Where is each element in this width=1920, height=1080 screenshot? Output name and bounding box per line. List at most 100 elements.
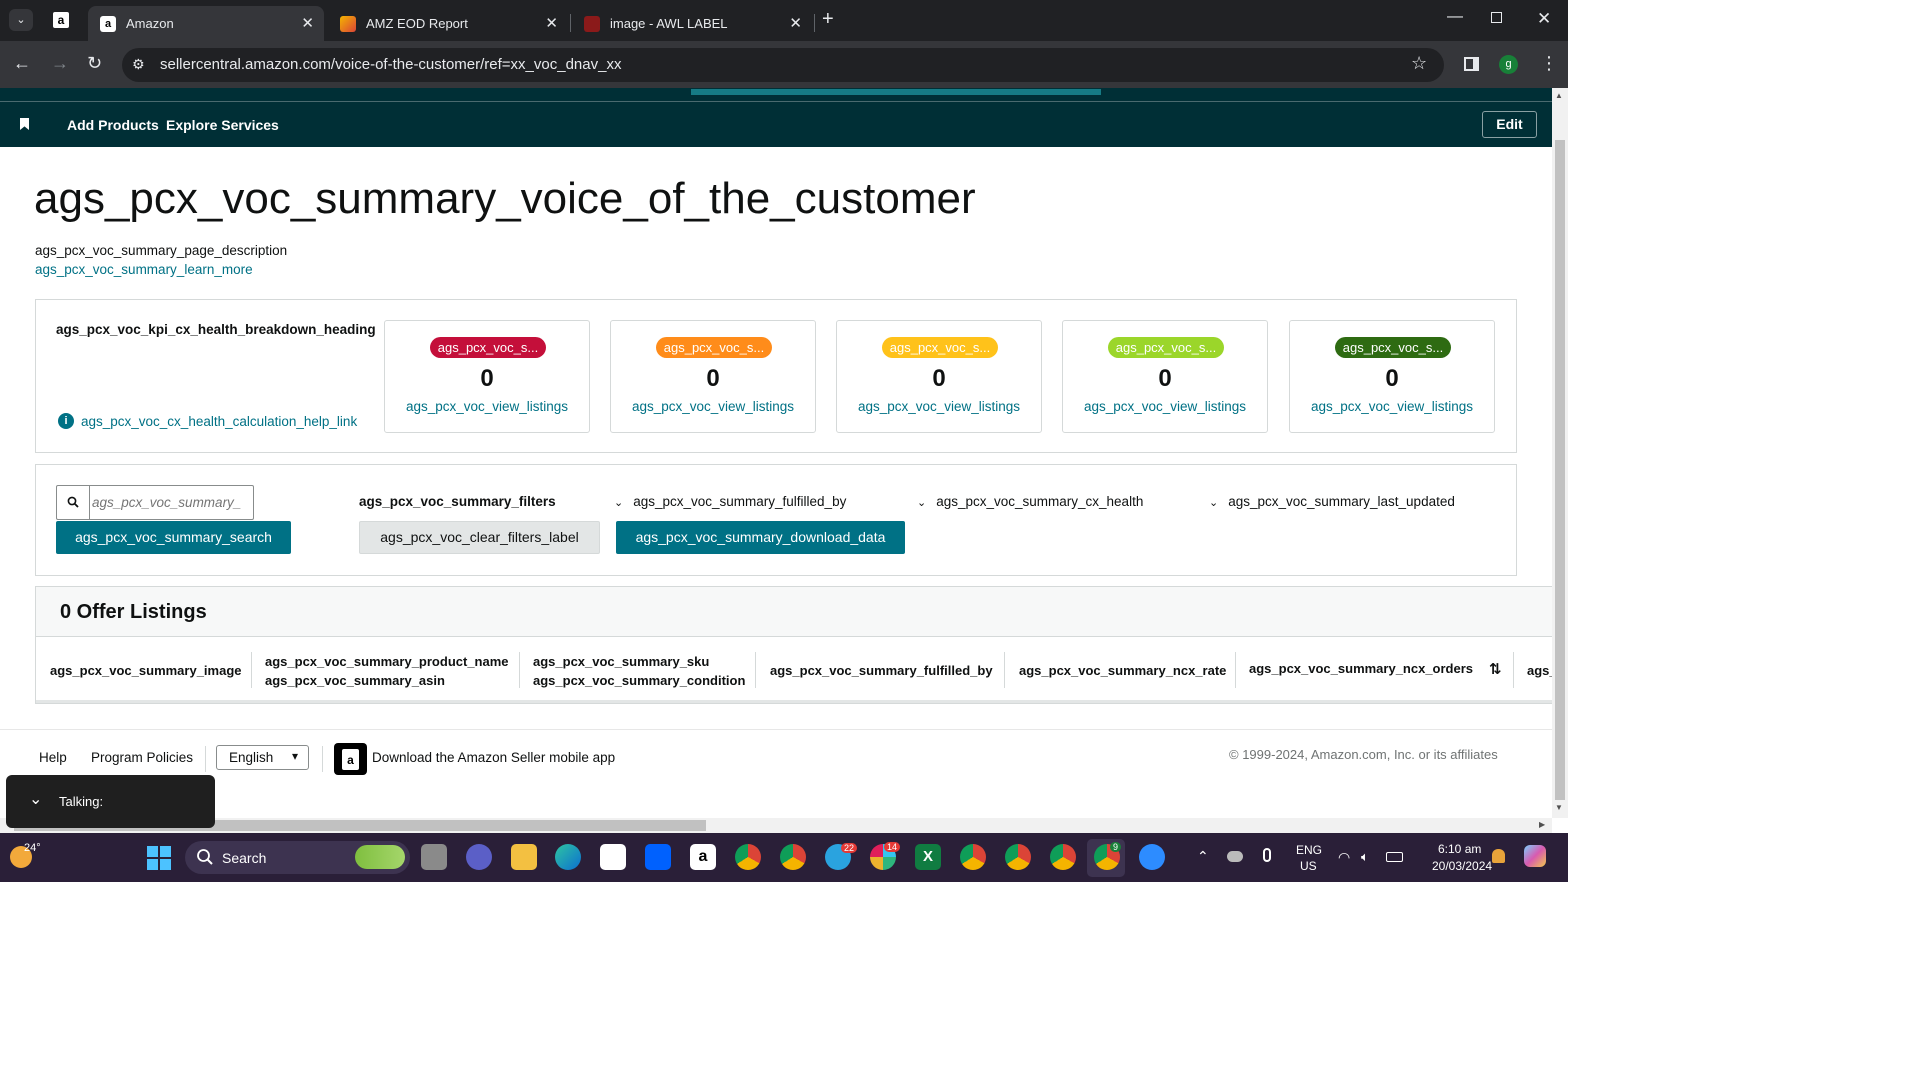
chrome-profile-w2-icon[interactable] bbox=[780, 844, 806, 870]
close-window-icon[interactable]: ✕ bbox=[1537, 9, 1551, 29]
edit-nav-button[interactable]: Edit bbox=[1482, 111, 1537, 138]
tab-awl-label[interactable]: image - AWL LABEL ✕ bbox=[572, 6, 812, 41]
health-status-pill: ags_pcx_voc_s... bbox=[430, 337, 546, 358]
amazon-pinned-tab-icon[interactable]: a bbox=[53, 12, 69, 28]
tab-amazon[interactable]: a Amazon ✕ bbox=[88, 6, 324, 41]
fulfilled-by-dropdown[interactable]: ⌄ ags_pcx_voc_summary_fulfilled_by bbox=[614, 494, 846, 509]
col-fulfilled-by[interactable]: ags_pcx_voc_summary_fulfilled_by bbox=[770, 661, 993, 680]
volume-icon[interactable]: 🔈︎ bbox=[1361, 849, 1369, 865]
amazon-seller-app-icon[interactable]: a bbox=[334, 743, 367, 775]
chevron-down-icon[interactable]: ⌄ bbox=[29, 789, 42, 809]
tab-list-dropdown-icon[interactable]: ⌄ bbox=[9, 9, 33, 31]
microsoft-store-icon[interactable] bbox=[600, 844, 626, 870]
chrome-profile-va-icon[interactable] bbox=[960, 844, 986, 870]
nav-add-products[interactable]: Add Products bbox=[67, 117, 159, 133]
colorful-favicon-icon bbox=[340, 15, 356, 32]
col-product-name[interactable]: ags_pcx_voc_summary_product_name bbox=[265, 652, 509, 671]
windows-start-icon[interactable] bbox=[147, 846, 171, 870]
microphone-icon[interactable] bbox=[1263, 848, 1271, 862]
search-icon bbox=[196, 848, 214, 871]
search-input[interactable] bbox=[92, 489, 250, 516]
scroll-down-arrow-icon[interactable]: ▼ bbox=[1555, 803, 1563, 812]
footer-program-policies-link[interactable]: Program Policies bbox=[91, 750, 193, 765]
vertical-scroll-thumb[interactable] bbox=[1555, 140, 1565, 800]
side-panel-icon[interactable] bbox=[1464, 57, 1479, 71]
close-tab-icon[interactable]: ✕ bbox=[789, 14, 802, 32]
col-sku[interactable]: ags_pcx_voc_summary_sku bbox=[533, 652, 709, 671]
nav-explore-services[interactable]: Explore Services bbox=[166, 117, 279, 133]
search-button[interactable]: ags_pcx_voc_summary_search bbox=[56, 521, 291, 554]
col-image[interactable]: ags_pcx_voc_summary_image bbox=[50, 661, 242, 680]
browser-menu-icon[interactable]: ⋮ bbox=[1540, 53, 1558, 74]
fulfilled-by-label: ags_pcx_voc_summary_fulfilled_by bbox=[633, 494, 847, 509]
scroll-right-arrow-icon[interactable]: ▶ bbox=[1539, 820, 1545, 829]
lang-us[interactable]: US bbox=[1300, 859, 1317, 873]
forward-arrow-icon[interactable]: → bbox=[51, 53, 69, 74]
close-tab-icon[interactable]: ✕ bbox=[545, 14, 558, 32]
last-updated-dropdown[interactable]: ⌄ ags_pcx_voc_summary_last_updated bbox=[1209, 494, 1455, 509]
sort-icon[interactable]: ⇅ bbox=[1489, 660, 1502, 678]
show-hidden-icons-chevron-icon[interactable]: ⌃ bbox=[1197, 848, 1209, 865]
edge-icon[interactable] bbox=[555, 844, 581, 870]
search-icon bbox=[56, 485, 90, 520]
bookmark-icon[interactable] bbox=[20, 118, 29, 130]
view-listings-link[interactable]: ags_pcx_voc_view_listings bbox=[837, 399, 1041, 414]
chevron-down-icon: ⌄ bbox=[917, 497, 927, 509]
clear-filters-button[interactable]: ags_pcx_voc_clear_filters_label bbox=[359, 521, 600, 554]
column-divider bbox=[1235, 652, 1236, 688]
language-select[interactable]: English ▾ bbox=[216, 745, 309, 770]
chrome-profile-w-icon[interactable] bbox=[735, 844, 761, 870]
search-highlight-image-icon bbox=[355, 845, 405, 869]
restore-window-icon[interactable] bbox=[1491, 12, 1502, 23]
new-tab-icon[interactable]: + bbox=[822, 8, 834, 31]
amazon-app-icon[interactable]: a bbox=[690, 844, 716, 870]
dropbox-icon[interactable] bbox=[645, 844, 671, 870]
column-divider bbox=[519, 652, 520, 688]
minimize-window-icon[interactable]: — bbox=[1447, 8, 1463, 26]
mobile-app-link[interactable]: Download the Amazon Seller mobile app bbox=[372, 750, 615, 765]
file-explorer-icon[interactable] bbox=[511, 844, 537, 870]
col-ncx-rate[interactable]: ags_pcx_voc_summary_ncx_rate bbox=[1019, 661, 1226, 680]
chrome-profile-orange-icon[interactable] bbox=[1050, 844, 1076, 870]
col-asin[interactable]: ags_pcx_voc_summary_asin bbox=[265, 671, 445, 690]
close-tab-icon[interactable]: ✕ bbox=[301, 14, 314, 32]
amazon-favicon-icon: a bbox=[100, 15, 116, 32]
onedrive-error-icon[interactable] bbox=[1227, 851, 1243, 862]
reload-icon[interactable]: ↻ bbox=[87, 53, 102, 74]
view-listings-link[interactable]: ags_pcx_voc_view_listings bbox=[611, 399, 815, 414]
clock-date[interactable]: 20/03/2024 bbox=[1432, 859, 1492, 873]
clock-time[interactable]: 6:10 am bbox=[1438, 842, 1481, 856]
view-listings-link[interactable]: ags_pcx_voc_view_listings bbox=[1063, 399, 1267, 414]
kpi-card-3: ags_pcx_voc_s... 0 ags_pcx_voc_view_list… bbox=[836, 320, 1042, 433]
url-text[interactable]: sellercentral.amazon.com/voice-of-the-cu… bbox=[160, 56, 621, 73]
notification-bell-icon[interactable] bbox=[1492, 849, 1505, 863]
bookmark-star-icon[interactable]: ☆ bbox=[1411, 53, 1427, 74]
health-status-pill: ags_pcx_voc_s... bbox=[882, 337, 998, 358]
view-listings-link[interactable]: ags_pcx_voc_view_listings bbox=[1290, 399, 1494, 414]
back-arrow-icon[interactable]: ← bbox=[13, 53, 31, 74]
view-listings-link[interactable]: ags_pcx_voc_view_listings bbox=[385, 399, 589, 414]
excel-icon[interactable]: X bbox=[915, 844, 941, 870]
col-condition[interactable]: ags_pcx_voc_summary_condition bbox=[533, 671, 745, 690]
wifi-icon[interactable]: ◠ bbox=[1338, 849, 1350, 866]
copilot-icon[interactable] bbox=[1524, 845, 1546, 867]
scroll-up-arrow-icon[interactable]: ▲ bbox=[1555, 91, 1563, 100]
chrome-profile-lock-icon[interactable] bbox=[1005, 844, 1031, 870]
learn-more-link[interactable]: ags_pcx_voc_summary_learn_more bbox=[35, 262, 253, 277]
footer-help-link[interactable]: Help bbox=[39, 750, 67, 765]
kpi-value: 0 bbox=[1385, 365, 1399, 392]
cx-health-dropdown[interactable]: ⌄ ags_pcx_voc_summary_cx_health bbox=[917, 494, 1143, 509]
lang-eng[interactable]: ENG bbox=[1296, 843, 1322, 857]
zoom-icon[interactable] bbox=[1139, 844, 1165, 870]
battery-icon[interactable] bbox=[1386, 852, 1403, 862]
weather-temp: 24° bbox=[24, 842, 41, 854]
kpi-value: 0 bbox=[1158, 365, 1172, 392]
site-settings-icon[interactable]: ⚙ bbox=[132, 56, 145, 73]
profile-avatar[interactable]: g bbox=[1499, 55, 1518, 74]
teams-meet-icon[interactable] bbox=[466, 844, 492, 870]
task-view-icon[interactable] bbox=[421, 844, 447, 870]
cx-health-help-link[interactable]: ags_pcx_voc_cx_health_calculation_help_l… bbox=[81, 414, 357, 429]
download-data-button[interactable]: ags_pcx_voc_summary_download_data bbox=[616, 521, 905, 554]
col-ncx-orders[interactable]: ags_pcx_voc_summary_ncx_orders bbox=[1249, 659, 1473, 678]
tab-amz-eod-report[interactable]: AMZ EOD Report ✕ bbox=[328, 6, 568, 41]
